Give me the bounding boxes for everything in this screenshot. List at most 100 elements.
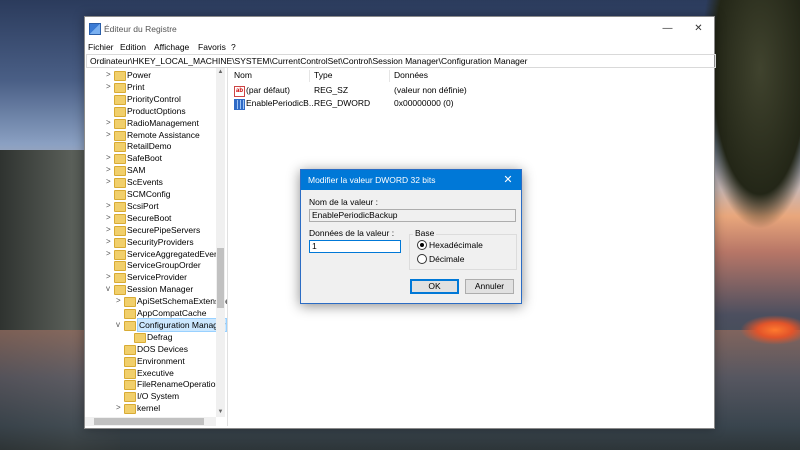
folder-icon [124, 392, 136, 403]
decimal-radio-label[interactable]: Décimale [429, 254, 464, 264]
tree-item-label: Executive [137, 367, 174, 378]
minimize-icon [652, 17, 683, 41]
expand-chevron-icon[interactable]: > [106, 152, 114, 164]
tree-item[interactable]: > ServiceProvider [85, 271, 215, 284]
expand-chevron-icon[interactable]: > [106, 248, 114, 260]
tree-item[interactable]: v Session Manager [85, 283, 215, 296]
tree-item-label: SecurityProviders [127, 236, 194, 247]
tree-item[interactable]: Executive [85, 367, 215, 379]
column-header-name[interactable]: Nom [234, 70, 252, 80]
tree-item-label: Defrag [147, 331, 173, 342]
tree-item[interactable]: PriorityControl [85, 93, 215, 105]
tree-item[interactable]: > ServiceAggregatedEvents [85, 248, 225, 260]
tree-item[interactable]: ProductOptions [85, 105, 215, 117]
tree-horizontal-scrollbar[interactable] [85, 417, 216, 426]
tree-item[interactable]: DOS Devices [85, 343, 215, 355]
tree-item[interactable]: > ApiSetSchemaExtensions [85, 295, 227, 308]
menu-fichier[interactable]: Fichier [88, 42, 114, 52]
expand-chevron-icon[interactable]: > [106, 69, 114, 81]
tree-item[interactable]: > SecurePipeServers [85, 224, 215, 236]
menu-edition[interactable]: Edition [120, 42, 146, 52]
address-bar[interactable]: Ordinateur\HKEY_LOCAL_MACHINE\SYSTEM\Cur… [86, 54, 716, 68]
tree-item[interactable]: > ScsiPort [85, 200, 215, 212]
collapse-chevron-icon[interactable]: v [116, 319, 124, 331]
tree-item[interactable]: > kernel [85, 402, 215, 415]
value-name: (par défaut) [246, 85, 290, 95]
folder-icon [114, 94, 126, 105]
folder-icon [124, 368, 136, 379]
expand-chevron-icon[interactable]: > [106, 117, 114, 129]
ok-button[interactable]: OK [410, 279, 459, 294]
expand-chevron-icon[interactable]: > [116, 295, 124, 307]
hex-radio[interactable] [417, 240, 427, 250]
scroll-down-icon[interactable]: ▼ [216, 408, 225, 417]
tree-item[interactable]: > Power [85, 69, 215, 81]
expand-chevron-icon[interactable]: > [106, 176, 114, 188]
menu-help[interactable]: ? [231, 42, 236, 52]
tree-item-label: Remote Assistance [127, 129, 200, 140]
expand-chevron-icon[interactable]: > [106, 236, 114, 248]
tree-item[interactable]: FileRenameOperations [85, 378, 224, 391]
expand-chevron-icon[interactable]: > [106, 224, 114, 236]
column-header-type[interactable]: Type [314, 70, 332, 80]
tree-item[interactable]: Defrag [85, 331, 215, 343]
cancel-button[interactable]: Annuler [465, 279, 514, 294]
tree-item[interactable]: Environment [85, 355, 215, 367]
value-data-input[interactable]: 1 [309, 240, 401, 253]
expand-chevron-icon[interactable]: > [106, 129, 114, 141]
tree-item[interactable]: RetailDemo [85, 140, 215, 153]
tree-item[interactable]: > RadioManagement [85, 117, 215, 129]
folder-icon [124, 320, 136, 331]
tree-item[interactable]: > Remote Assistance [85, 129, 215, 141]
expand-chevron-icon[interactable]: > [106, 212, 114, 224]
tree-item[interactable]: > SecureBoot [85, 212, 215, 224]
menu-favoris[interactable]: Favoris [198, 42, 226, 52]
folder-icon [114, 166, 126, 177]
tree-item[interactable]: > Print [85, 81, 215, 93]
tree-item[interactable]: I/O System [85, 390, 215, 403]
hex-radio-label[interactable]: Hexadécimale [429, 240, 483, 250]
tree-vertical-scrollbar[interactable]: ▲ ▼ [216, 68, 225, 417]
tree-item-label: ScEvents [127, 177, 163, 188]
tree-hscroll-thumb[interactable] [94, 418, 204, 425]
folder-icon [134, 332, 146, 343]
folder-icon [114, 261, 126, 272]
value-name: EnablePeriodicB... [246, 98, 316, 108]
tree-item[interactable]: > SafeBoot [85, 152, 215, 165]
collapse-chevron-icon[interactable]: v [106, 283, 114, 295]
column-divider[interactable] [389, 70, 390, 82]
tree-item-label: SafeBoot [127, 153, 162, 164]
tree-item[interactable]: v Configuration Manager [85, 317, 227, 332]
menu-bar: Fichier Edition Affichage Favoris ? [85, 41, 714, 54]
folder-icon [114, 130, 126, 141]
dialog-title-bar[interactable]: Modifier la valeur DWORD 32 bits ✕ [301, 170, 521, 190]
tree-scroll-thumb[interactable] [217, 248, 224, 308]
tree-item-label: SecurePipeServers [127, 224, 201, 235]
scroll-up-icon[interactable]: ▲ [216, 68, 225, 77]
expand-chevron-icon[interactable]: > [106, 164, 114, 176]
value-row[interactable]: ab (par défaut) REG_SZ (valeur non défin… [231, 85, 701, 97]
expand-chevron-icon[interactable]: > [116, 402, 124, 414]
column-divider[interactable] [309, 70, 310, 82]
value-row[interactable]: EnablePeriodicB... REG_DWORD 0x00000000 … [231, 98, 701, 110]
tree-item[interactable]: > SAM [85, 164, 215, 177]
expand-chevron-icon[interactable]: > [106, 271, 114, 283]
decimal-radio[interactable] [417, 254, 427, 264]
tree-item[interactable]: > SecurityProviders [85, 236, 215, 248]
tree-item[interactable]: ServiceGroupOrder [85, 259, 215, 272]
menu-affichage[interactable]: Affichage [154, 42, 189, 52]
expand-chevron-icon[interactable]: > [106, 200, 114, 212]
value-name-field: EnablePeriodicBackup [309, 209, 516, 222]
tree-item[interactable]: SCMConfig [85, 188, 215, 200]
folder-icon [124, 297, 136, 308]
folder-icon [114, 249, 126, 260]
dialog-close-button[interactable]: ✕ [501, 173, 515, 187]
tree-item[interactable]: > ScEvents [85, 176, 215, 189]
folder-icon [114, 190, 126, 200]
tree-item-label: Session Manager [127, 284, 194, 295]
close-button[interactable]: ✕ [683, 17, 714, 41]
column-header-data[interactable]: Données [394, 70, 428, 80]
key-tree: > Power > Print PriorityControl ProductOption… [85, 68, 227, 417]
title-bar[interactable]: Éditeur du Registre — ✕ [85, 17, 714, 41]
expand-chevron-icon[interactable]: > [106, 81, 114, 93]
